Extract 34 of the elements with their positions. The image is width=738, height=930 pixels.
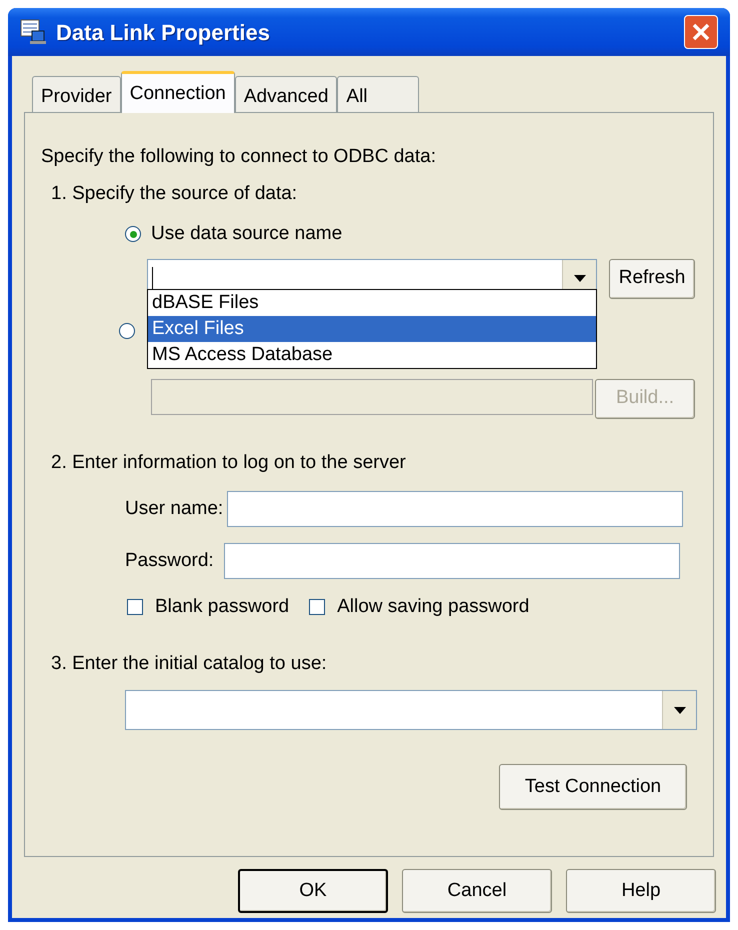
- refresh-button[interactable]: Refresh: [609, 258, 695, 298]
- step-heading: 3. Enter the initial catalog to use:: [51, 652, 328, 676]
- password-field[interactable]: [224, 543, 680, 579]
- tab[interactable]: Provider: [32, 76, 121, 112]
- field-label: Password:: [125, 548, 214, 573]
- database-window-icon: [20, 19, 48, 45]
- dialog-button[interactable]: Help: [566, 869, 716, 913]
- dropdown-option[interactable]: dBASE Files: [148, 290, 596, 316]
- dialog-button[interactable]: Cancel: [402, 869, 552, 913]
- caret-icon: [574, 275, 586, 282]
- checkbox[interactable]: [127, 599, 143, 616]
- step-heading: 2. Enter information to log on to the server: [51, 450, 407, 474]
- dropdown-button[interactable]: [662, 691, 696, 729]
- intro-text: Specify the following to connect to ODBC data:: [41, 145, 437, 169]
- checkbox-label: Blank password: [155, 595, 290, 619]
- radio-label: Use data source name: [151, 222, 342, 246]
- tab[interactable]: All: [337, 76, 419, 112]
- checkbox-label: Allow saving password: [337, 595, 530, 619]
- close-icon: [692, 23, 710, 41]
- window-title: Data Link Properties: [56, 18, 271, 47]
- dropdown-option[interactable]: MS Access Database: [148, 342, 596, 368]
- tab[interactable]: Advanced: [234, 76, 338, 112]
- dialog-button[interactable]: OK: [238, 869, 388, 913]
- close-button[interactable]: [684, 15, 718, 49]
- field-label: User name:: [125, 496, 224, 521]
- step-heading: 1. Specify the source of data:: [51, 182, 298, 206]
- dropdown-option[interactable]: Excel Files: [148, 316, 596, 342]
- tab[interactable]: Connection: [120, 71, 235, 113]
- caret-icon: [674, 706, 686, 714]
- radio-button[interactable]: [125, 226, 141, 242]
- radio-button[interactable]: [119, 322, 135, 338]
- user-name-field[interactable]: [227, 491, 684, 527]
- test-connection-button[interactable]: Test Connection: [499, 764, 687, 810]
- checkbox[interactable]: [309, 599, 326, 616]
